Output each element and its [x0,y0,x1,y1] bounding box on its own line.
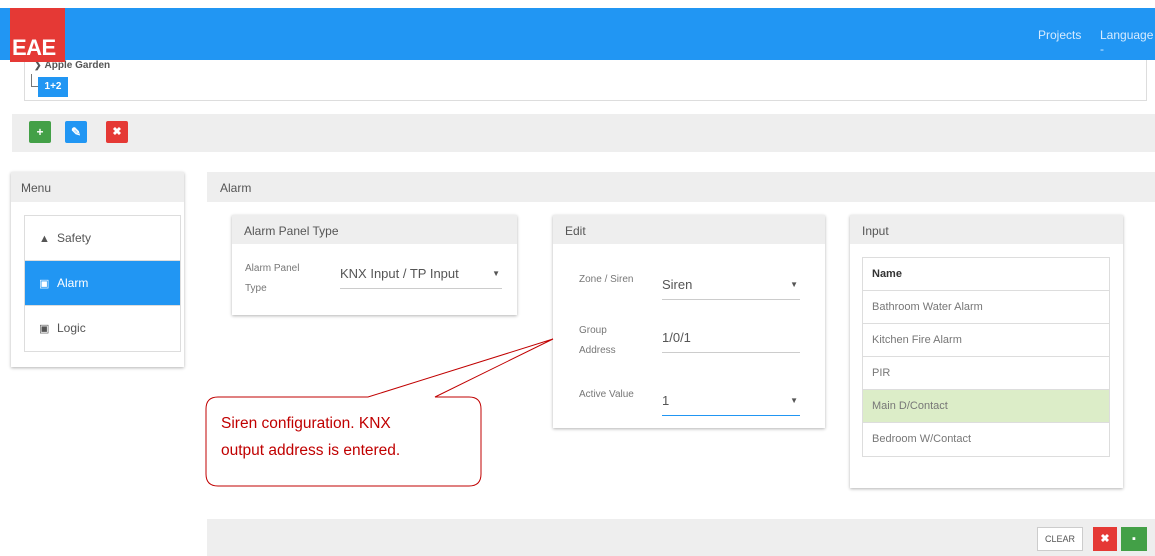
project-tree-panel [24,60,1147,101]
menu-item-alarm[interactable]: ▣ Alarm [25,261,180,306]
group-address-input[interactable]: 1/0/1 [662,327,800,353]
bottom-action-bar [207,519,1155,556]
zone-siren-label: Zone / Siren [579,274,634,285]
eae-logo: EAE [10,8,65,62]
active-value-select[interactable]: 1 ▼ [662,390,800,416]
alarm-panel-type-label: Alarm Panel Type [245,263,300,294]
zone-siren-select[interactable]: Siren ▼ [662,274,800,300]
dropdown-arrow-icon: ▼ [492,269,500,278]
table-header-name: Name [863,258,1109,291]
dropdown-arrow-icon: ▼ [790,280,798,289]
edit-card: Edit Zone / Siren Siren ▼ Group Address … [553,215,825,428]
tree-toolbar [12,114,1155,152]
nav-projects-link[interactable]: Projects [1038,28,1081,42]
clear-button[interactable]: CLEAR [1037,527,1083,551]
menu-item-label: Safety [57,231,92,245]
tree-node-selected[interactable]: 1+2 [38,77,68,97]
tree-connector [31,74,38,87]
alarm-panel-type-select[interactable]: KNX Input / TP Input ▼ [340,263,502,289]
table-row[interactable]: PIR [863,357,1109,390]
input-table: Name Bathroom Water Alarm Kitchen Fire A… [862,257,1110,457]
panel-icon: ▣ [39,323,50,335]
table-row[interactable]: Bedroom W/Contact [863,423,1109,456]
menu-item-label: Alarm [57,276,89,290]
menu-title: Menu [11,172,184,202]
save-button[interactable]: ▪ [1121,527,1147,551]
edit-button[interactable]: ✎ [65,121,87,143]
add-button[interactable]: + [29,121,51,143]
active-value-label: Active Value [579,389,634,400]
menu-list: ▲ Safety ▣ Alarm ▣ Logic [24,215,181,352]
menu-item-safety[interactable]: ▲ Safety [25,216,180,261]
menu-item-label: Logic [57,321,86,335]
edit-card-title: Edit [553,215,825,244]
table-row[interactable]: Kitchen Fire Alarm [863,324,1109,357]
panel-icon: ▣ [39,278,50,290]
cancel-button[interactable]: ✖ [1093,527,1117,551]
alarm-panel-type-title: Alarm Panel Type [232,215,517,244]
delete-button[interactable]: ✖ [106,121,128,143]
callout-text: Siren configuration. KNX output address … [221,415,401,459]
menu-item-logic[interactable]: ▣ Logic [25,306,180,351]
warning-icon: ▲ [39,233,50,245]
top-app-bar [0,8,1155,60]
alarm-panel-type-card: Alarm Panel Type Alarm Panel Type KNX In… [232,215,517,315]
group-address-label: Group Address [579,325,616,356]
table-row-selected[interactable]: Main D/Contact [863,390,1109,423]
alarm-section-title: Alarm [207,172,1155,202]
nav-language-dropdown[interactable]: Language - [1100,28,1155,56]
menu-panel: Menu ▲ Safety ▣ Alarm ▣ Logic [11,172,184,367]
input-card-title: Input [850,215,1123,244]
table-row[interactable]: Bathroom Water Alarm [863,291,1109,324]
input-card: Input Name Bathroom Water Alarm Kitchen … [850,215,1123,488]
dropdown-arrow-icon: ▼ [790,396,798,405]
